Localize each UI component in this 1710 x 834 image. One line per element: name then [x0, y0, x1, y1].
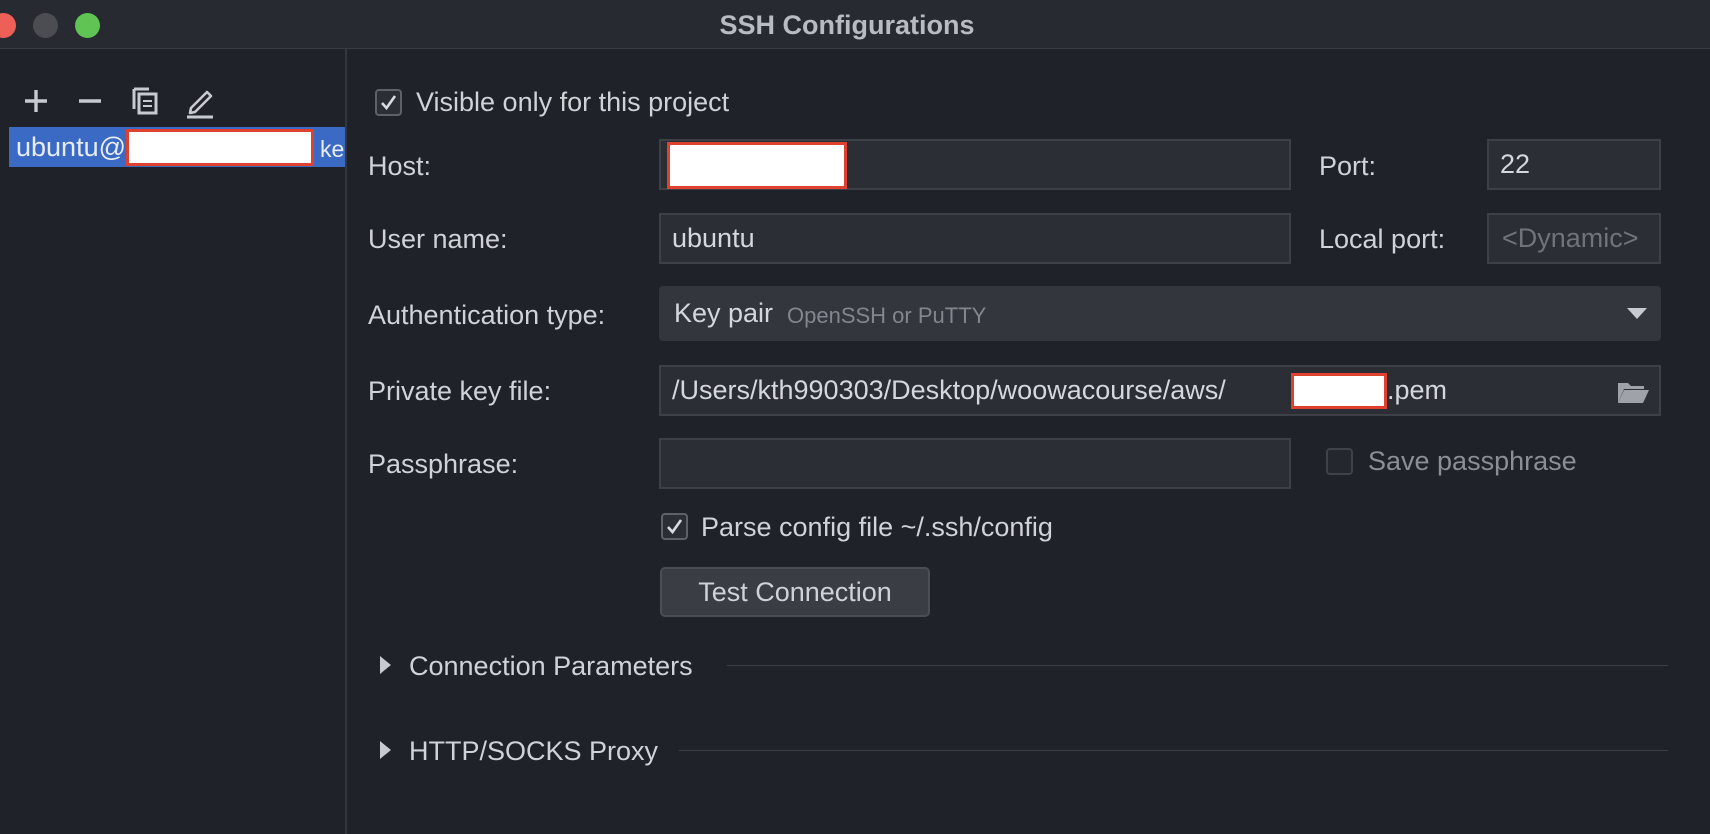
save-passphrase-checkbox[interactable]	[1326, 448, 1353, 475]
port-value: 22	[1500, 149, 1531, 179]
private-key-input[interactable]: /Users/kth990303/Desktop/woowacourse/aws…	[659, 365, 1661, 416]
expand-arrow-icon[interactable]	[380, 656, 391, 674]
expand-arrow-icon[interactable]	[380, 741, 391, 759]
username-value: ubuntu	[672, 223, 755, 253]
remove-configuration-button[interactable]	[70, 81, 110, 121]
save-passphrase-label: Save passphrase	[1368, 446, 1577, 476]
section-divider	[679, 750, 1668, 751]
username-input[interactable]: ubuntu	[659, 213, 1291, 264]
visible-only-checkbox[interactable]	[375, 89, 402, 116]
passphrase-label: Passphrase:	[368, 449, 519, 479]
plus-icon	[25, 90, 47, 112]
section-divider	[727, 665, 1668, 666]
test-connection-button[interactable]: Test Connection	[660, 567, 930, 617]
configuration-suffix-label: ke	[320, 136, 345, 162]
visible-only-label: Visible only for this project	[416, 87, 730, 117]
local-port-label: Local port:	[1319, 224, 1446, 254]
http-socks-proxy-section[interactable]: HTTP/SOCKS Proxy	[409, 736, 658, 767]
local-port-placeholder: <Dynamic>	[1502, 223, 1639, 253]
copy-icon	[132, 87, 158, 115]
parse-config-checkbox[interactable]	[661, 513, 688, 540]
private-key-suffix: .pem	[1387, 375, 1448, 405]
auth-type-value: Key pair	[674, 298, 774, 328]
username-label: User name:	[368, 224, 508, 254]
chevron-down-icon	[1627, 308, 1647, 319]
host-input[interactable]	[659, 139, 1291, 190]
redacted-host-value	[667, 142, 847, 189]
port-input[interactable]: 22	[1487, 139, 1661, 190]
port-label: Port:	[1319, 151, 1377, 181]
add-configuration-button[interactable]	[16, 81, 56, 121]
configuration-user-label: ubuntu@	[16, 132, 126, 162]
configuration-list-item[interactable]: ubuntu@ ke	[9, 127, 345, 167]
auth-type-label: Authentication type:	[368, 300, 606, 330]
edit-configuration-button[interactable]	[180, 81, 220, 121]
copy-configuration-button[interactable]	[125, 81, 165, 121]
redacted-key-name	[1291, 373, 1387, 409]
private-key-label: Private key file:	[368, 376, 552, 406]
title-bar: SSH Configurations	[0, 0, 1710, 49]
checkmark-icon	[667, 519, 683, 535]
private-key-prefix: /Users/kth990303/Desktop/woowacourse/aws…	[672, 375, 1226, 405]
window-title: SSH Configurations	[719, 10, 975, 40]
configurations-sidebar: ubuntu@ ke	[0, 49, 347, 834]
redacted-host	[126, 129, 314, 166]
auth-type-dropdown[interactable]: Key pair OpenSSH or PuTTY	[659, 286, 1661, 341]
parse-config-label: Parse config file ~/.ssh/config	[701, 512, 1053, 542]
host-label: Host:	[368, 151, 432, 181]
folder-icon[interactable]	[1616, 379, 1650, 405]
connection-parameters-section[interactable]: Connection Parameters	[409, 651, 693, 682]
checkmark-icon	[381, 95, 397, 111]
pencil-icon	[187, 90, 213, 119]
local-port-input[interactable]: <Dynamic>	[1487, 213, 1661, 264]
passphrase-input[interactable]	[659, 438, 1291, 489]
auth-type-hint: OpenSSH or PuTTY	[787, 303, 987, 328]
minus-icon	[79, 99, 101, 103]
